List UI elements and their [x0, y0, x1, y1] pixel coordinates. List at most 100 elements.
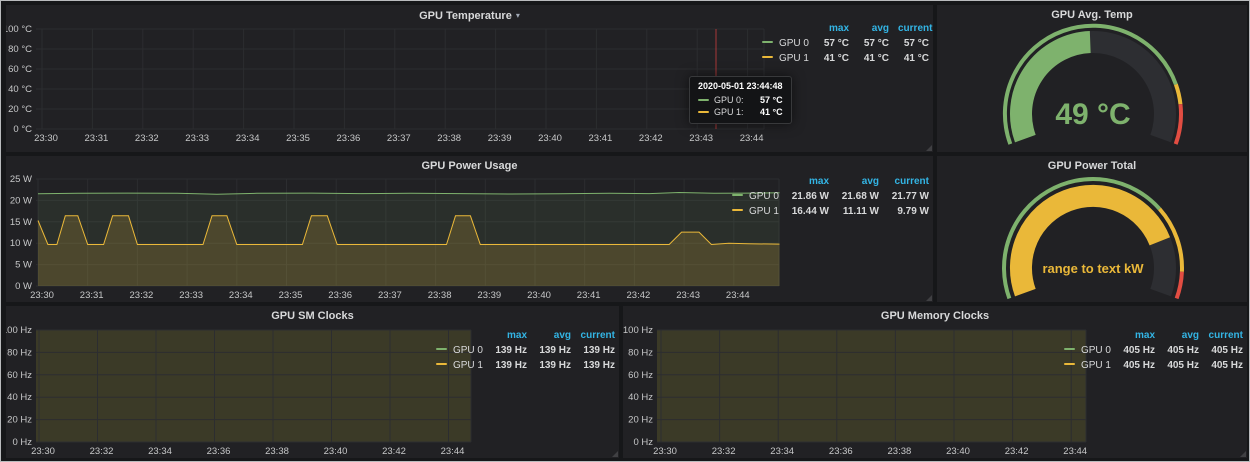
- x-tick-label: 23:40: [324, 446, 348, 457]
- x-tick-label: 23:38: [437, 133, 461, 144]
- x-tick-label: 23:39: [488, 133, 512, 144]
- x-tick-label: 23:41: [577, 290, 601, 301]
- x-tick-label: 23:42: [382, 446, 406, 457]
- series-color-dash: [762, 41, 773, 43]
- legend-series-toggle[interactable]: GPU 1: [1064, 358, 1111, 373]
- panel-title-bar: GPU Avg. Temp: [937, 5, 1247, 26]
- legend-header-avg[interactable]: avg: [1155, 328, 1199, 343]
- legend-series-toggle[interactable]: GPU 0: [436, 343, 483, 358]
- x-tick-label: 23:43: [676, 290, 700, 301]
- x-tick-label: 23:38: [428, 290, 452, 301]
- legend-value: 21.77 W: [879, 189, 929, 204]
- legend-header-current[interactable]: current: [1199, 328, 1243, 343]
- x-tick-label: 23:44: [441, 446, 465, 457]
- legend-header-current[interactable]: current: [571, 328, 615, 343]
- panel-title-bar: GPU SM Clocks: [6, 306, 619, 327]
- x-tick-label: 23:44: [726, 290, 750, 301]
- legend-header-max[interactable]: max: [483, 328, 527, 343]
- x-tick-label: 23:34: [770, 446, 794, 457]
- resize-handle[interactable]: [1240, 451, 1246, 457]
- x-tick-label: 23:41: [589, 133, 613, 144]
- panel-title[interactable]: GPU Temperature: [419, 10, 512, 22]
- legend: maxavgcurrentGPU 057 °C57 °C57 °CGPU 141…: [762, 21, 929, 66]
- resize-handle[interactable]: [926, 145, 932, 151]
- gauge-threshold-ring: [1176, 104, 1181, 144]
- y-tick-label: 40 Hz: [7, 392, 32, 403]
- legend-header-max[interactable]: max: [1111, 328, 1155, 343]
- legend-series-name: GPU 0: [779, 38, 809, 49]
- series-color-dash: [732, 209, 743, 211]
- legend-corner: [436, 328, 483, 343]
- legend-value: 405 Hz: [1155, 358, 1199, 373]
- graph-tooltip: 2020-05-01 23:44:48GPU 0:57 °CGPU 1:41 °…: [689, 76, 792, 124]
- panel-title-bar: GPU Power Total: [937, 156, 1247, 177]
- x-tick-label: 23:38: [888, 446, 912, 457]
- x-tick-label: 23:30: [31, 446, 55, 457]
- legend-series-toggle[interactable]: GPU 1: [732, 204, 779, 219]
- series-color-dash: [762, 56, 773, 58]
- legend-value: 139 Hz: [527, 358, 571, 373]
- legend-value: 21.86 W: [779, 189, 829, 204]
- legend: maxavgcurrentGPU 0139 Hz139 Hz139 HzGPU …: [436, 328, 615, 373]
- legend-series-toggle[interactable]: GPU 0: [762, 36, 809, 51]
- series-color-dash: [698, 99, 709, 101]
- legend-value: 405 Hz: [1199, 343, 1243, 358]
- panel-title[interactable]: GPU SM Clocks: [271, 310, 354, 322]
- y-tick-label: 20 Hz: [7, 415, 32, 426]
- legend-value: 405 Hz: [1155, 343, 1199, 358]
- gauge-value: range to text kW: [1042, 261, 1144, 276]
- panel-title[interactable]: GPU Power Total: [1048, 160, 1136, 172]
- legend-value: 41 °C: [889, 51, 929, 66]
- legend: maxavgcurrentGPU 021.86 W21.68 W21.77 WG…: [732, 174, 929, 219]
- y-tick-label: 20 Hz: [628, 415, 653, 426]
- legend-series-name: GPU 1: [779, 53, 809, 64]
- panel-gpu-power-total: GPU Power Total range to text kW: [937, 156, 1247, 302]
- resize-handle[interactable]: [612, 451, 618, 457]
- panel-title[interactable]: GPU Power Usage: [422, 160, 518, 172]
- legend-series-toggle[interactable]: GPU 0: [1064, 343, 1111, 358]
- panel-gpu-avg-temp: GPU Avg. Temp49 °C: [937, 5, 1247, 152]
- legend-header-avg[interactable]: avg: [527, 328, 571, 343]
- legend-series-toggle[interactable]: GPU 0: [732, 189, 779, 204]
- x-tick-label: 23:33: [179, 290, 203, 301]
- panel-title[interactable]: GPU Memory Clocks: [881, 310, 989, 322]
- x-tick-label: 23:42: [627, 290, 651, 301]
- legend-value: 139 Hz: [527, 343, 571, 358]
- y-tick-label: 60 °C: [8, 64, 32, 75]
- legend-value: 139 Hz: [483, 358, 527, 373]
- legend-value: 11.11 W: [829, 204, 879, 219]
- panel-gpu-power-usage: GPU Power Usage25 W20 W15 W10 W5 W0 W23:…: [6, 156, 933, 302]
- x-tick-label: 23:31: [80, 290, 104, 301]
- x-tick-label: 23:34: [229, 290, 253, 301]
- legend-value: 21.68 W: [829, 189, 879, 204]
- y-tick-label: 80 °C: [8, 44, 32, 55]
- y-tick-label: 10 W: [10, 238, 32, 249]
- legend-value: 405 Hz: [1111, 358, 1155, 373]
- x-tick-label: 23:34: [236, 133, 260, 144]
- legend-series-name: GPU 1: [749, 206, 779, 217]
- resize-handle[interactable]: [926, 295, 932, 301]
- x-tick-label: 23:39: [477, 290, 501, 301]
- tooltip-series-name: GPU 0:: [714, 95, 744, 105]
- x-tick-label: 23:32: [712, 446, 736, 457]
- grafana-dashboard: GPU Temperature▾100 °C80 °C60 °C40 °C20 …: [0, 0, 1250, 462]
- x-tick-label: 23:40: [946, 446, 970, 457]
- tooltip-series-value: 57 °C: [750, 95, 783, 105]
- legend-value: 405 Hz: [1111, 343, 1155, 358]
- legend-series-toggle[interactable]: GPU 1: [436, 358, 483, 373]
- legend-series-toggle[interactable]: GPU 1: [762, 51, 809, 66]
- x-tick-label: 23:31: [85, 133, 109, 144]
- panel-title-bar: GPU Temperature▾: [6, 5, 933, 26]
- x-tick-label: 23:37: [387, 133, 411, 144]
- legend-value: 139 Hz: [571, 358, 615, 373]
- x-tick-label: 23:38: [265, 446, 289, 457]
- x-tick-label: 23:36: [328, 290, 352, 301]
- panel-title[interactable]: GPU Avg. Temp: [1051, 9, 1133, 21]
- legend-series-name: GPU 0: [749, 191, 779, 202]
- tooltip-timestamp: 2020-05-01 23:44:48: [698, 81, 783, 91]
- x-tick-label: 23:40: [538, 133, 562, 144]
- y-tick-label: 5 W: [15, 260, 32, 271]
- legend-value: 57 °C: [809, 36, 849, 51]
- tooltip-series-row: GPU 0: 57 °C: [698, 94, 783, 106]
- x-tick-label: 23:43: [689, 133, 713, 144]
